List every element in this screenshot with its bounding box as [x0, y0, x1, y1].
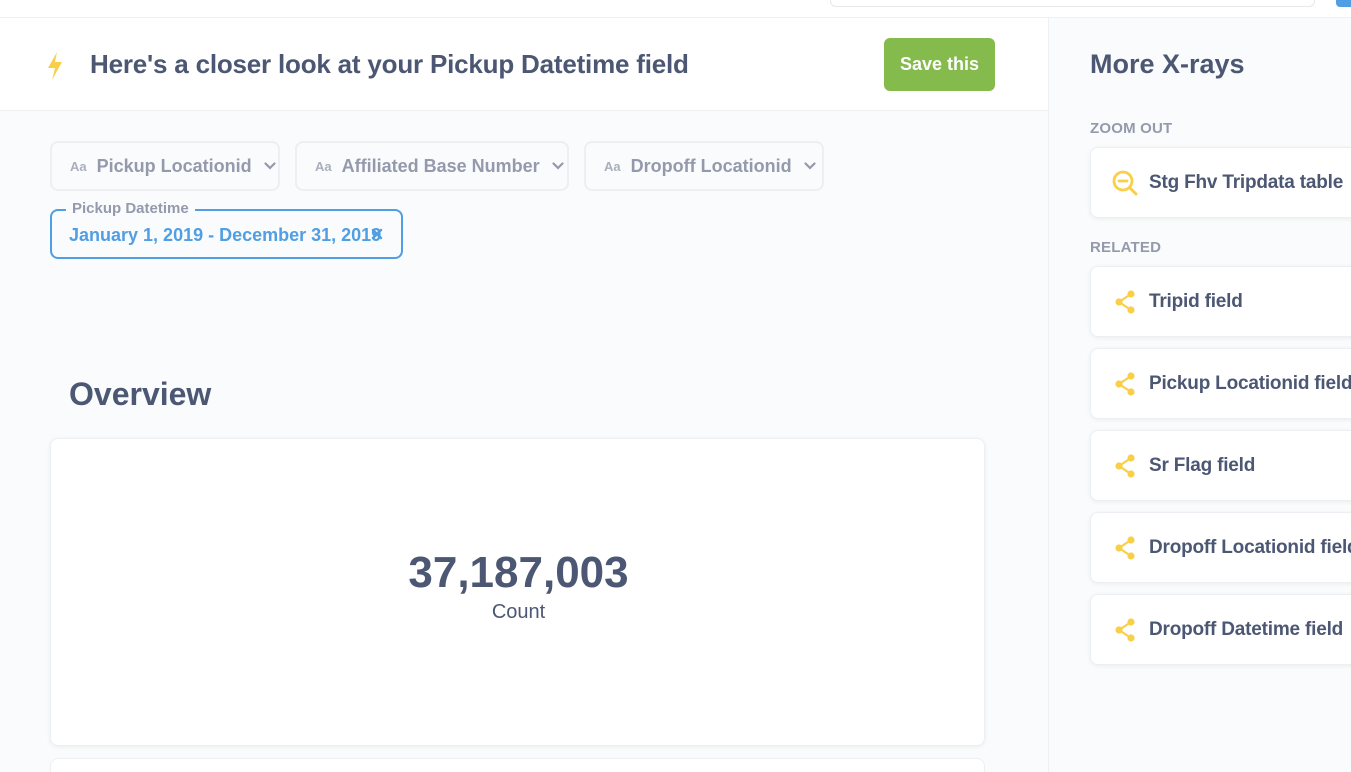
top-nav-bar	[0, 0, 1351, 18]
section-title: Overview	[69, 376, 212, 412]
filter-pickup-locationid[interactable]: Aa Pickup Locationid	[50, 141, 280, 191]
page-title: Here's a closer look at your Pickup Date…	[90, 49, 689, 79]
filter-pickup-datetime[interactable]: Pickup Datetime January 1, 2019 - Decemb…	[50, 200, 403, 259]
save-button[interactable]: Save this	[884, 38, 995, 91]
xray-sidebar: More X-rays ZOOM OUT Stg Fhv Tripdata ta…	[1048, 18, 1351, 772]
filter-dropoff-locationid[interactable]: Aa Dropoff Locationid	[584, 141, 824, 191]
xray-item-label: Dropoff Locationid field	[1149, 537, 1351, 558]
search-input[interactable]	[830, 0, 1315, 7]
chevron-down-icon	[264, 162, 276, 170]
share-icon	[1115, 372, 1135, 396]
chevron-down-icon	[552, 162, 564, 170]
text-type-icon: Aa	[315, 158, 332, 174]
sidebar-title: More X-rays	[1090, 49, 1245, 79]
filter-label: Pickup Locationid	[96, 155, 252, 176]
xray-item-label: Sr Flag field	[1149, 455, 1256, 476]
xray-item-stg-fhv-tripdata-table[interactable]: Stg Fhv Tripdata table	[1090, 147, 1351, 218]
filter-label: Dropoff Locationid	[630, 155, 792, 176]
scalar-label: Count	[491, 601, 546, 623]
filter-value: January 1, 2019 - December 31, 2019	[69, 225, 382, 245]
xray-item-label: Tripid field	[1149, 291, 1243, 312]
share-icon	[1115, 536, 1135, 560]
zoom-out-label: ZOOM OUT	[1090, 120, 1173, 137]
page-header: Here's a closer look at your Pickup Date…	[0, 18, 1048, 111]
main-content: Here's a closer look at your Pickup Date…	[0, 18, 1048, 772]
text-type-icon: Aa	[604, 158, 621, 174]
xray-item-label: Pickup Locationid field	[1149, 373, 1351, 394]
xray-item-label: Stg Fhv Tripdata table	[1149, 172, 1344, 193]
scalar-value: 37,187,003	[408, 548, 629, 597]
xray-item-dropoff-locationid-field[interactable]: Dropoff Locationid field	[1090, 512, 1351, 583]
filter-legend: Pickup Datetime	[66, 200, 195, 217]
next-card[interactable]	[50, 758, 985, 772]
new-button[interactable]	[1336, 0, 1351, 7]
chevron-down-icon	[804, 162, 816, 170]
scalar-card[interactable]: 37,187,003 Count	[50, 438, 985, 746]
bolt-icon	[48, 52, 62, 80]
share-icon	[1115, 290, 1135, 314]
filter-affiliated-base-number[interactable]: Aa Affiliated Base Number	[295, 141, 569, 191]
share-icon	[1115, 618, 1135, 642]
xray-item-pickup-locationid-field[interactable]: Pickup Locationid field	[1090, 348, 1351, 419]
related-label: RELATED	[1090, 239, 1162, 256]
xray-item-tripid-field[interactable]: Tripid field	[1090, 266, 1351, 337]
xray-item-dropoff-datetime-field[interactable]: Dropoff Datetime field	[1090, 594, 1351, 665]
xray-item-label: Dropoff Datetime field	[1149, 619, 1344, 640]
filter-label: Affiliated Base Number	[341, 155, 540, 176]
close-icon[interactable]	[370, 227, 384, 241]
xray-item-sr-flag-field[interactable]: Sr Flag field	[1090, 430, 1351, 501]
text-type-icon: Aa	[70, 158, 87, 174]
share-icon	[1115, 454, 1135, 478]
zoom-out-icon	[1112, 170, 1138, 196]
